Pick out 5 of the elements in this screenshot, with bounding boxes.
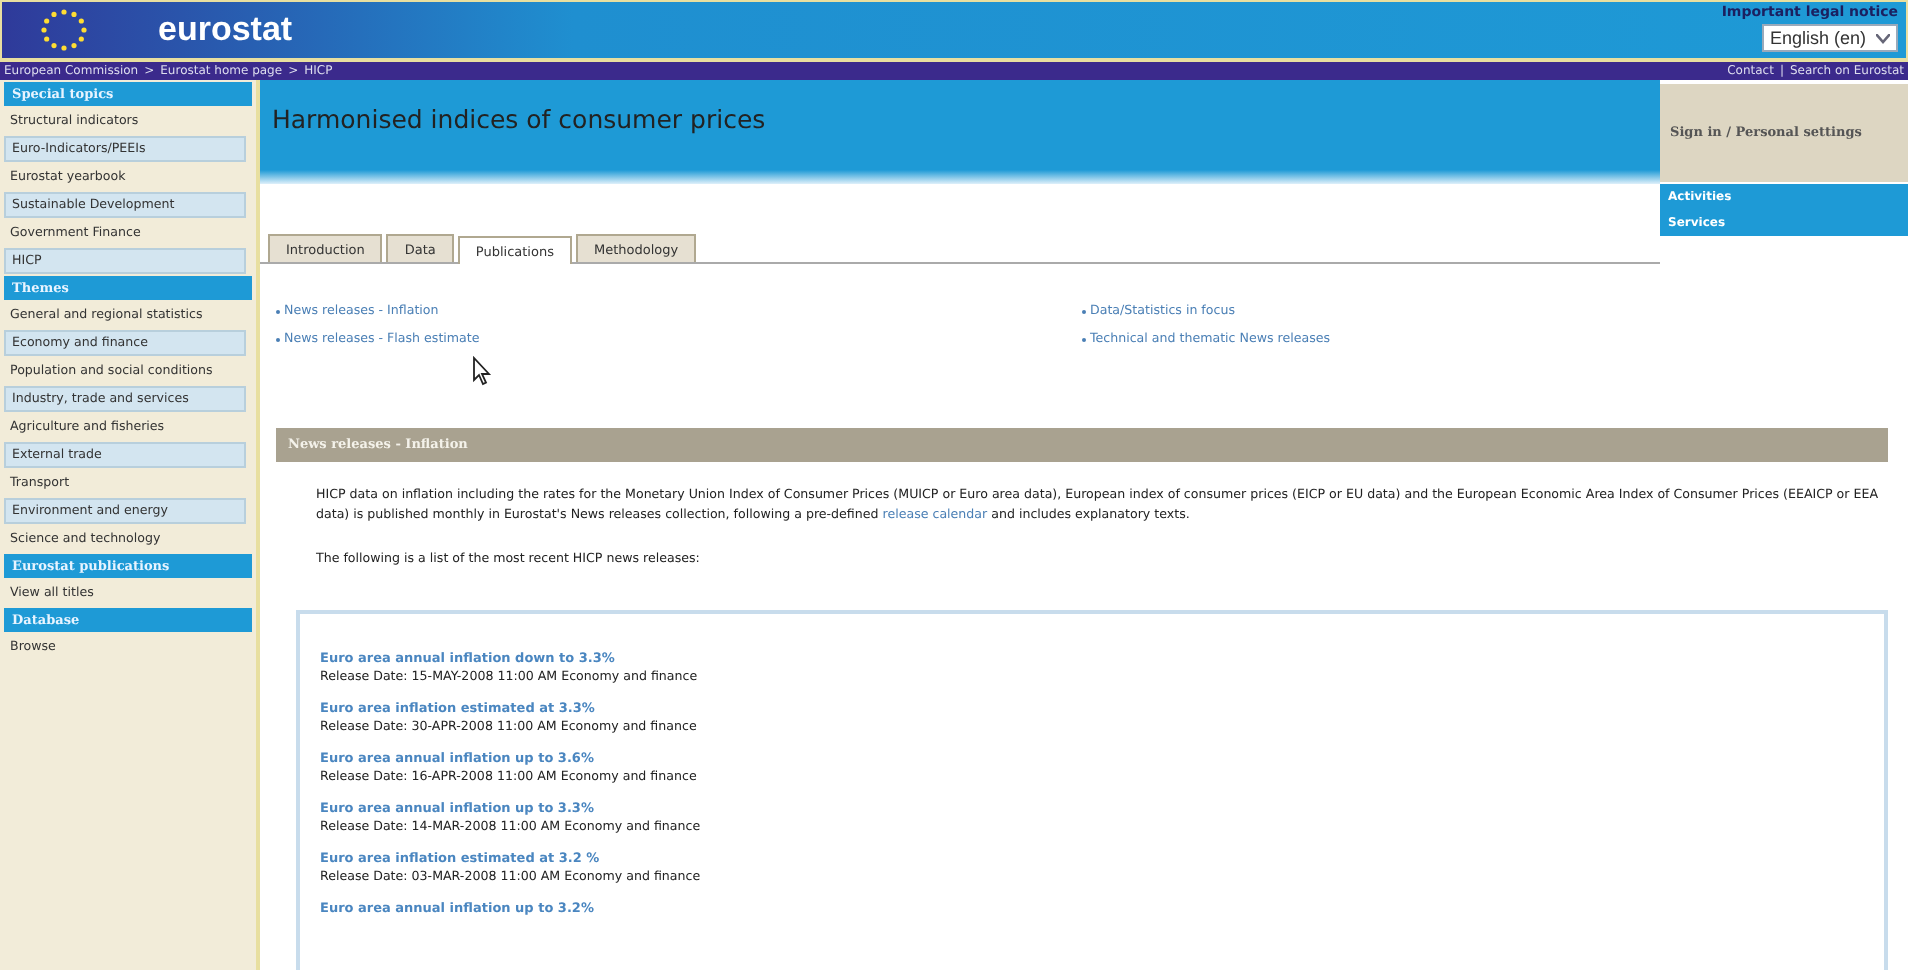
caret-icon	[1876, 33, 1890, 43]
mouse-pointer-icon	[472, 356, 492, 386]
logo-text[interactable]: eurostat	[158, 10, 293, 50]
page-title: Harmonised indices of consumer prices	[270, 102, 768, 134]
language-select[interactable]: English (en)	[1761, 24, 1898, 52]
